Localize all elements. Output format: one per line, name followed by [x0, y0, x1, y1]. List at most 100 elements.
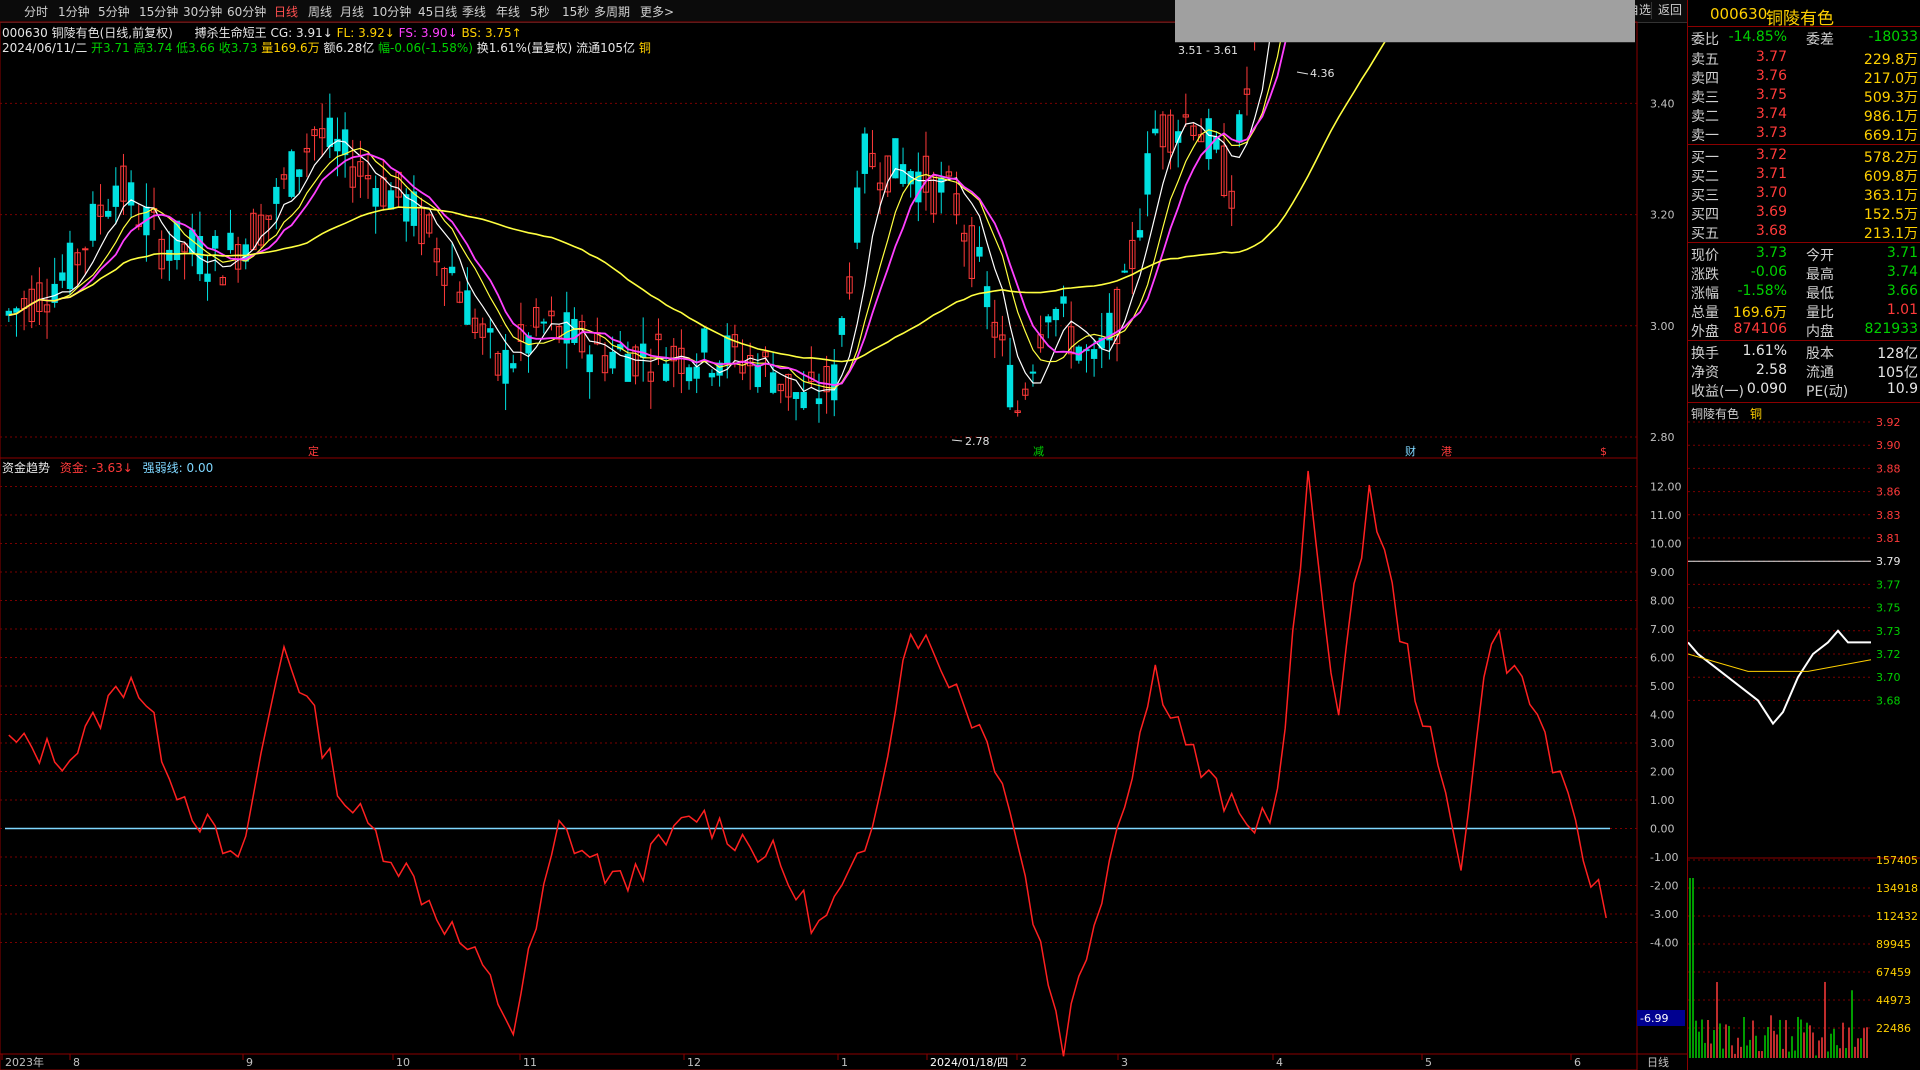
- fund-axis-label: 6.00: [1650, 652, 1675, 665]
- xaxis-label: 3: [1121, 1056, 1128, 1069]
- event-mark: 减: [1033, 445, 1044, 458]
- chart-canvas[interactable]: 4.404.204.003.803.603.403.203.002.8012.0…: [0, 0, 1687, 1070]
- event-mark: 财: [1405, 444, 1416, 458]
- fund-axis-label: 9.00: [1650, 566, 1675, 579]
- bid-row[interactable]: 买四 3.69 152.5万: [1688, 203, 1920, 223]
- stat2-cell: 流通: [1806, 365, 1834, 381]
- candle-body: [1029, 371, 1037, 374]
- stock-title: 000630 铜陵有色(日线,前复权): [2, 26, 173, 40]
- candle-body: [464, 290, 471, 325]
- bar-amount: 额6.28亿: [323, 41, 375, 55]
- wei-bi-value: -14.85%: [1728, 29, 1787, 45]
- candle-body: [105, 210, 112, 217]
- ask-row-volume: 986.1万: [1863, 109, 1918, 125]
- ask-row-volume: 229.8万: [1863, 52, 1918, 68]
- stat-cell: 涨跌: [1691, 267, 1719, 283]
- candle-body: [983, 286, 991, 308]
- stat-row: 现价 3.73 今开 3.71: [1688, 244, 1920, 264]
- candle-body: [831, 364, 838, 401]
- candle-body: [861, 133, 868, 174]
- industry-tag[interactable]: 铜: [639, 41, 651, 55]
- candle-body: [372, 188, 379, 207]
- candle-body: [938, 177, 945, 193]
- strength-value: 强弱线: 0.00: [142, 461, 214, 475]
- fund-axis-label: 1.00: [1650, 794, 1675, 807]
- stat-cell: 涨幅: [1691, 286, 1719, 302]
- bid-row[interactable]: 买一 3.72 578.2万: [1688, 146, 1920, 166]
- ask-row[interactable]: 卖五 3.77 229.8万: [1688, 48, 1920, 68]
- candle-body: [1205, 118, 1212, 160]
- high-marker: 4.36: [1310, 67, 1335, 80]
- ask-row[interactable]: 卖二 3.74 986.1万: [1688, 105, 1920, 125]
- indicator-name[interactable]: 搏杀生命短王: [195, 26, 267, 40]
- stat-cell: 量比: [1806, 305, 1834, 321]
- ask-row[interactable]: 卖一 3.73 669.1万: [1688, 124, 1920, 144]
- ma-yellow-short-line: [8, 0, 1289, 390]
- xaxis-label: 4: [1276, 1056, 1283, 1069]
- low-marker-line: [951, 439, 963, 442]
- candle-body: [724, 335, 731, 365]
- candle-body: [510, 363, 517, 369]
- candle-body: [166, 249, 173, 261]
- ask-row[interactable]: 卖四 3.76 217.0万: [1688, 67, 1920, 87]
- ask-row-label: 卖四: [1691, 71, 1719, 87]
- ask-row[interactable]: 卖三 3.75 509.3万: [1688, 86, 1920, 106]
- xaxis-period-label: 日线: [1647, 1055, 1669, 1069]
- current-fund-value: -6.99: [1640, 1012, 1668, 1025]
- bid-row-volume: 363.1万: [1863, 188, 1918, 204]
- candle-body: [976, 246, 983, 257]
- bid-row-label: 买五: [1691, 226, 1719, 242]
- price-axis-label: 3.00: [1650, 320, 1675, 333]
- stat-cell: 821933: [1864, 321, 1918, 337]
- candle-body: [82, 248, 89, 251]
- fund-axis-label: -4.00: [1650, 937, 1678, 950]
- intraday-mini-chart[interactable]: 3.92 3.90 3.88 3.86 3.83 3.81 3.79 3.77 3.75 3.73…: [1688, 418, 1920, 1070]
- candle-body: [540, 321, 547, 324]
- candle-body: [708, 372, 716, 378]
- candle-body: [296, 169, 303, 177]
- candle-body: [1060, 296, 1067, 304]
- bid-row[interactable]: 买二 3.71 609.8万: [1688, 165, 1920, 185]
- mini-vol-label: 112432: [1876, 910, 1918, 923]
- wei-cha-label: 委差: [1806, 32, 1834, 48]
- fund-axis-label: 3.00: [1650, 737, 1675, 750]
- candle-body: [288, 151, 295, 197]
- candles: [5, 0, 1266, 423]
- fl-value: FL: 3.92↓: [336, 26, 395, 40]
- fund-axis-label: 7.00: [1650, 623, 1675, 636]
- candle-body: [1152, 128, 1159, 134]
- subchart-name[interactable]: 资金趋势: [2, 461, 50, 475]
- bid-row-price: 3.72: [1755, 147, 1787, 163]
- fund-axis-label: 10.00: [1650, 538, 1682, 551]
- stat-cell: -1.58%: [1737, 283, 1787, 299]
- candle-body: [792, 392, 800, 399]
- stat-row: 涨跌 -0.06 最高 3.74: [1688, 263, 1920, 283]
- mini-price-label: 3.88: [1876, 462, 1901, 475]
- mini-price-label: 3.86: [1876, 486, 1901, 499]
- xaxis-label: 5: [1425, 1056, 1432, 1069]
- ask-row-price: 3.76: [1755, 68, 1787, 84]
- mini-price-label: 3.73: [1876, 625, 1901, 638]
- stat-cell: -0.06: [1750, 264, 1787, 280]
- high-marker-line: [1296, 71, 1309, 75]
- stat2-cell: 2.58: [1755, 362, 1787, 378]
- ask-row-label: 卖三: [1691, 90, 1719, 106]
- fund-axis-label: 8.00: [1650, 595, 1675, 608]
- bid-row[interactable]: 买三 3.70 363.1万: [1688, 184, 1920, 204]
- candle-body: [1121, 270, 1128, 273]
- ask-row-volume: 217.0万: [1863, 71, 1918, 87]
- candle-body: [204, 273, 211, 282]
- stat2-cell: 10.9: [1886, 381, 1918, 397]
- fs-value: FS: 3.90↓: [398, 26, 458, 40]
- fund-axis-label: 0.00: [1650, 823, 1675, 836]
- bar-volume: 量169.6万: [261, 41, 320, 55]
- mini-vol-label: 157405: [1876, 854, 1918, 867]
- quote-title-bar: 000630 铜陵有色: [1688, 0, 1920, 29]
- ask-row-label: 卖二: [1691, 109, 1719, 125]
- ma-magenta-line: [8, 0, 1296, 387]
- stat-cell: 总量: [1691, 305, 1719, 321]
- chart-border: [0, 21, 1638, 1070]
- xaxis-label: 2024/01/18/四: [930, 1056, 1008, 1069]
- bid-row[interactable]: 买五 3.68 213.1万: [1688, 222, 1920, 242]
- candle-body: [899, 164, 907, 184]
